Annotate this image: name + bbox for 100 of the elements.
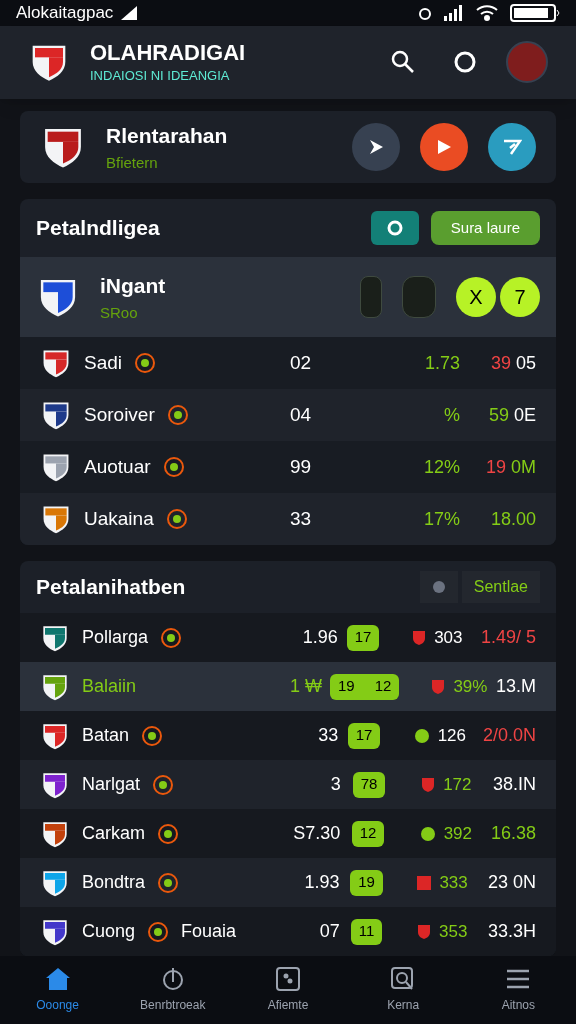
score-badge: X [456,277,496,317]
stat-value: 07 [318,920,341,943]
shield-icon [412,629,427,646]
emblem-icon [134,352,157,374]
points-pill: 12 [351,820,385,847]
stat-value: 3 [329,773,342,796]
play-button[interactable] [420,123,468,171]
wifi-icon [476,4,498,21]
signal-icon [121,5,138,20]
team-name: Narlgat [82,773,141,796]
stat-value: 33 [290,506,313,531]
emblem-icon [147,920,170,943]
stat-value: 04 [290,402,313,427]
nav-tab[interactable]: Aitnos [468,966,569,1014]
score-value: 23 0N [487,871,536,894]
next-button[interactable] [352,123,400,171]
percent-value: % [443,403,460,427]
stat-value: 303 [434,626,463,649]
emblem-icon [165,508,188,530]
circle-icon [431,580,446,594]
emblem-icon [141,724,164,747]
percent-value: 17% [422,507,460,531]
emblem-icon [160,626,183,649]
team-name: Sadi [84,350,123,375]
team-name: Carkam [82,822,145,845]
ring-icon [385,219,404,237]
standings-row[interactable]: Carkam S7.30 12 392 16.38 [20,809,556,858]
team-name: iNgant [100,273,167,299]
filter-button[interactable] [419,571,458,603]
nav-tab[interactable]: Kerna [353,966,454,1014]
stat-value: 172 [443,773,472,796]
app-title: OLAHRADIGAI [90,38,247,67]
score-value: 59 [488,403,509,427]
share-button[interactable] [488,123,536,171]
team-name: Pollarga [82,626,149,649]
team-name: Bondtra [82,871,146,894]
stat-value: 392 [443,822,472,845]
points-pill: 78 [352,771,386,798]
team-name: Soroiver [84,402,155,427]
cell-signal-icon [444,4,464,21]
standings-row[interactable]: Cuong Fouaia 07 11 353 33.3H [20,907,556,956]
score-value: 33.3H [487,920,536,943]
sort-button[interactable]: Sentlae [461,571,540,603]
emblem-icon [166,404,189,426]
emblem-icon [152,773,175,796]
emblem-icon [157,822,179,845]
stat-value: 1.96 [301,626,339,649]
points-pill: 19 [350,869,383,896]
stat-value: 02 [290,350,313,375]
toggle-button[interactable] [370,211,419,245]
shield-icon [421,776,436,793]
points-pill: 17 [346,624,380,651]
score-value: 39 [490,351,511,375]
team-name: Uakaina [84,506,154,531]
score-value: 1.49/ 5 [480,626,536,649]
app-subtitle: INDAIOSI NI IDEANGIA [90,67,231,86]
score-value: 0M [511,455,536,479]
points-pill: 19 12 [330,673,400,700]
stat-value: 353 [439,920,468,943]
score-value: 18.00 [490,507,536,531]
stat-value: 39% [453,675,488,698]
score-badge: 7 [500,277,540,317]
score-value: 0E [513,403,536,427]
score-value: 13.M [496,675,536,698]
shield-icon [431,678,446,695]
emblem-icon [162,456,185,478]
stat-value: 126 [437,724,466,747]
standings-row[interactable]: Batan 33 17 126 2/0.0N [20,711,556,760]
team-name: Fouaia [181,920,237,943]
emblem-icon [157,871,180,894]
standings-row[interactable]: Balaiin 1 ₩ 19 12 39% 13.M [20,662,556,711]
score-value: 19 [485,455,506,479]
stat-value: 1 ₩ [289,675,324,698]
stat-value: S7.30 [292,822,342,845]
percent-value: 12% [422,455,460,479]
score-value: 38.IN [492,773,536,796]
dot-icon [419,825,436,842]
stat-value: 99 [290,454,313,479]
points-pill: 17 [347,722,381,749]
section-title: Petalndligea [36,215,161,242]
battery-icon [510,3,560,22]
carrier-text: Alokaitagpac [16,2,114,24]
stat-value: 33 [317,724,340,747]
team-name: Auotuar [84,454,151,479]
team-name: Cuong [82,920,136,943]
send-icon [502,138,522,156]
team-name: Batan [82,724,130,747]
match-status: Bfietern [106,152,159,173]
team-sub: SRoo [100,302,139,323]
square-icon [417,875,432,890]
nav-tab[interactable]: Afiemte [237,966,338,1014]
stat-value: 1.93 [303,871,341,894]
stat-value: 333 [439,871,468,894]
standings-row[interactable]: Pollarga 1.96 17 303 1.49/ 5 [20,613,556,662]
nav-tab[interactable]: Ooonge [7,966,108,1014]
dot-icon [413,727,430,744]
nav-tab[interactable]: Benrbtroeak [122,966,223,1014]
score-value: 2/0.0N [482,724,536,747]
score-value: 16.38 [490,822,536,845]
play-icon [435,138,453,156]
